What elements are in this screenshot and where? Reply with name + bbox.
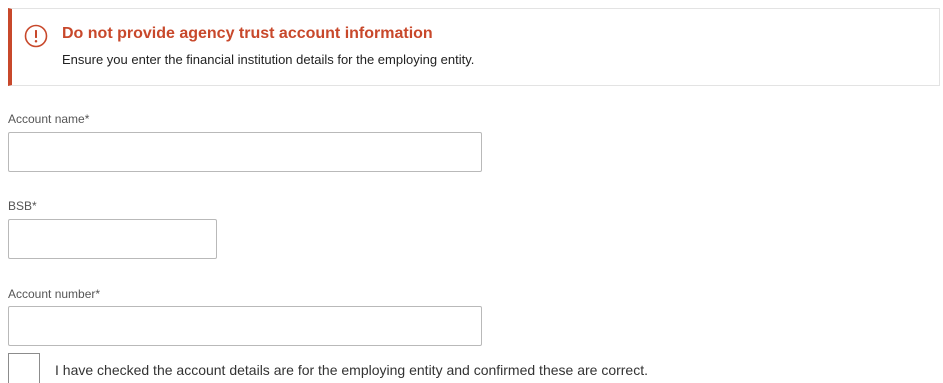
account-name-input[interactable]	[8, 132, 482, 172]
alert-message: Ensure you enter the financial instituti…	[62, 52, 475, 67]
warning-alert: Do not provide agency trust account info…	[8, 8, 940, 86]
account-number-input[interactable]	[8, 306, 482, 346]
bsb-label: BSB*	[8, 199, 37, 213]
bsb-input[interactable]	[8, 219, 217, 259]
confirmation-checkbox-label: I have checked the account details are f…	[55, 362, 648, 378]
confirmation-checkbox[interactable]	[8, 353, 40, 383]
alert-title: Do not provide agency trust account info…	[62, 25, 433, 42]
account-name-label: Account name*	[8, 112, 90, 126]
exclamation-circle-icon	[24, 24, 48, 48]
account-number-label: Account number*	[8, 287, 101, 301]
